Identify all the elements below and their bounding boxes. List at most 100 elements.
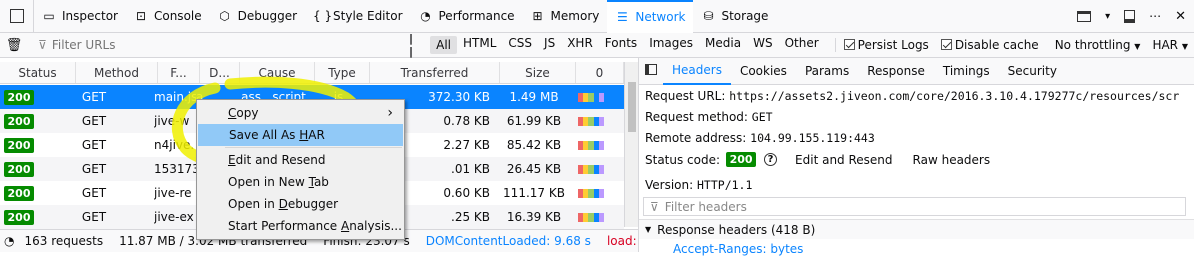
tab-memory[interactable]: ⊞ Memory bbox=[523, 0, 608, 33]
details-tab-cookies[interactable]: Cookies bbox=[731, 58, 796, 85]
filter-type-all[interactable]: All bbox=[430, 36, 458, 54]
filter-type-fonts[interactable]: Fonts bbox=[599, 36, 643, 54]
file-cell: 153173 bbox=[154, 162, 196, 176]
filter-type-ws[interactable]: WS bbox=[747, 36, 778, 54]
options-icon[interactable] bbox=[1124, 9, 1136, 23]
file-cell: jive-re bbox=[154, 186, 192, 200]
filter-headers-input[interactable]: ⊽ Filter headers bbox=[643, 197, 1186, 216]
remote-address-value: 104.99.155.119:443 bbox=[750, 131, 875, 145]
filter-type-js[interactable]: JS bbox=[538, 36, 561, 54]
filter-type-html[interactable]: HTML bbox=[457, 36, 502, 54]
devtools-tabs: ▭ Inspector ⊡ Console ⬡ Debugger { } Style Edit… bbox=[34, 0, 776, 33]
scrollbar-thumb[interactable] bbox=[628, 82, 636, 132]
filter-type-images[interactable]: Images bbox=[643, 36, 699, 54]
throttling-select[interactable]: No throttling ▼ bbox=[1049, 38, 1147, 52]
disable-cache-label: Disable cache bbox=[954, 38, 1039, 52]
persist-logs-checkbox[interactable]: Persist Logs bbox=[834, 38, 935, 52]
console-icon: ⊡ bbox=[135, 9, 147, 23]
timeline-bar bbox=[578, 140, 605, 150]
tab-inspector[interactable]: ▭ Inspector bbox=[34, 0, 126, 33]
details-tabs: Headers Cookies Params Response Timings Secur… bbox=[639, 58, 1194, 85]
chevron-down-icon: ▼ bbox=[1134, 42, 1141, 51]
filter-type-xhr[interactable]: XHR bbox=[561, 36, 599, 54]
performance-icon: ◔ bbox=[420, 9, 431, 23]
split-icon[interactable]: ▾ bbox=[1105, 11, 1110, 22]
dock-icon[interactable] bbox=[1077, 10, 1092, 22]
size-cell: 1.49 MB bbox=[509, 90, 559, 104]
details-tab-headers[interactable]: Headers bbox=[663, 58, 731, 85]
column-header-7[interactable]: Size bbox=[500, 62, 576, 83]
tab-storage[interactable]: ⛁ Storage bbox=[693, 0, 776, 33]
column-header-8[interactable]: 0 bbox=[576, 62, 624, 83]
status-badge: 200 bbox=[4, 185, 34, 201]
persist-logs-label: Persist Logs bbox=[857, 38, 929, 52]
version-value: HTTP/1.1 bbox=[697, 178, 753, 192]
context-menu-item[interactable]: Open in Debugger bbox=[198, 193, 403, 215]
column-header-5[interactable]: Type bbox=[315, 62, 370, 83]
column-header-0[interactable]: Status bbox=[0, 62, 76, 83]
status-badge: 200 bbox=[4, 113, 34, 129]
method-cell: GET bbox=[81, 114, 107, 128]
file-cell: main.js bbox=[154, 90, 196, 104]
tab-style-editor[interactable]: { } Style Editor bbox=[305, 0, 410, 33]
filter-type-css[interactable]: CSS bbox=[502, 36, 538, 54]
size-cell: 16.39 KB bbox=[506, 210, 562, 224]
tab-console[interactable]: ⊡ Console bbox=[126, 0, 210, 33]
context-menu-item[interactable]: Copy › bbox=[198, 102, 403, 124]
context-menu-item[interactable]: Open in New Tab bbox=[198, 171, 403, 193]
method-cell: GET bbox=[81, 162, 107, 176]
context-menu-item[interactable]: Save All As HAR bbox=[198, 124, 403, 146]
response-headers-section[interactable]: ▼ Response headers (418 B) bbox=[639, 219, 1194, 239]
pause-icon[interactable]: | | bbox=[409, 32, 420, 58]
column-header-2[interactable]: F... bbox=[158, 62, 200, 83]
load-time: load: 20.05 s bbox=[606, 234, 638, 248]
tab-performance[interactable]: ◔ Performance bbox=[411, 0, 523, 33]
context-menu: Copy › Save All As HAR Edit and Resend Open … bbox=[196, 99, 405, 240]
column-header-4[interactable]: Cause bbox=[240, 62, 315, 83]
response-headers-title: Response headers (418 B) bbox=[657, 222, 816, 237]
checkbox-checked-icon bbox=[843, 39, 855, 50]
debugger-icon: ⬡ bbox=[219, 9, 230, 23]
request-url-row: Request URL: https://assets2.jiveon.com/… bbox=[645, 89, 1179, 103]
filter-headers-placeholder: Filter headers bbox=[664, 199, 747, 214]
clear-trash-icon[interactable]: 🗑 bbox=[0, 38, 28, 53]
column-header-6[interactable]: Transferred bbox=[370, 62, 500, 83]
tab-debugger[interactable]: ⬡ Debugger bbox=[210, 0, 305, 33]
raw-headers-button[interactable]: Raw headers bbox=[913, 153, 991, 167]
filter-type-other[interactable]: Other bbox=[779, 36, 825, 54]
details-tab-response[interactable]: Response bbox=[858, 58, 934, 85]
tab-label: Inspector bbox=[62, 9, 118, 23]
request-details-panel: Headers Cookies Params Response Timings Secur… bbox=[638, 58, 1194, 256]
inspector-icon: ▭ bbox=[43, 9, 55, 23]
element-picker-button[interactable] bbox=[0, 0, 34, 33]
file-cell: n4jive. bbox=[154, 138, 195, 152]
context-menu-item[interactable]: Edit and Resend bbox=[198, 149, 403, 171]
more-icon[interactable]: ⋯ bbox=[1149, 9, 1161, 23]
edit-and-resend-button[interactable]: Edit and Resend bbox=[795, 153, 892, 167]
menu-item-label: Edit and Resend bbox=[228, 153, 326, 167]
close-icon[interactable]: ✕ bbox=[1175, 9, 1186, 24]
details-tab-security[interactable]: Security bbox=[999, 58, 1066, 85]
details-tab-params[interactable]: Params bbox=[796, 58, 858, 85]
tab-label: Style Editor bbox=[333, 9, 403, 23]
performance-analysis-icon[interactable]: ◔ bbox=[4, 234, 14, 248]
column-header-1[interactable]: Method bbox=[76, 62, 158, 83]
toolbar-right-controls: ▾ ⋯ ✕ bbox=[1077, 9, 1194, 24]
disable-cache-checkbox[interactable]: Disable cache bbox=[935, 38, 1045, 52]
status-badge: 200 bbox=[4, 161, 34, 177]
tab-network[interactable]: ☰ Network bbox=[607, 0, 694, 33]
expand-arrow-icon: ▼ bbox=[645, 225, 652, 234]
request-list-scrollbar[interactable] bbox=[624, 62, 638, 227]
filter-type-media[interactable]: Media bbox=[699, 36, 747, 54]
network-filter-bar: 🗑 ⊽ | | AllHTMLCSSJSXHRFontsImagesMediaW… bbox=[0, 32, 1194, 58]
help-icon[interactable]: ? bbox=[764, 153, 778, 166]
domcontentloaded-time: DOMContentLoaded: 9.68 s bbox=[425, 234, 591, 248]
column-header-3[interactable]: D... bbox=[200, 62, 240, 83]
toggle-sidebar-icon[interactable] bbox=[639, 64, 663, 78]
details-tab-timings[interactable]: Timings bbox=[934, 58, 999, 85]
har-menu-button[interactable]: HAR ▼ bbox=[1146, 38, 1194, 52]
filter-urls-input[interactable] bbox=[51, 38, 389, 52]
size-cell: 111.17 KB bbox=[503, 186, 565, 200]
status-code-badge: 200 bbox=[726, 152, 757, 167]
context-menu-item[interactable]: Start Performance Analysis... bbox=[198, 215, 403, 237]
